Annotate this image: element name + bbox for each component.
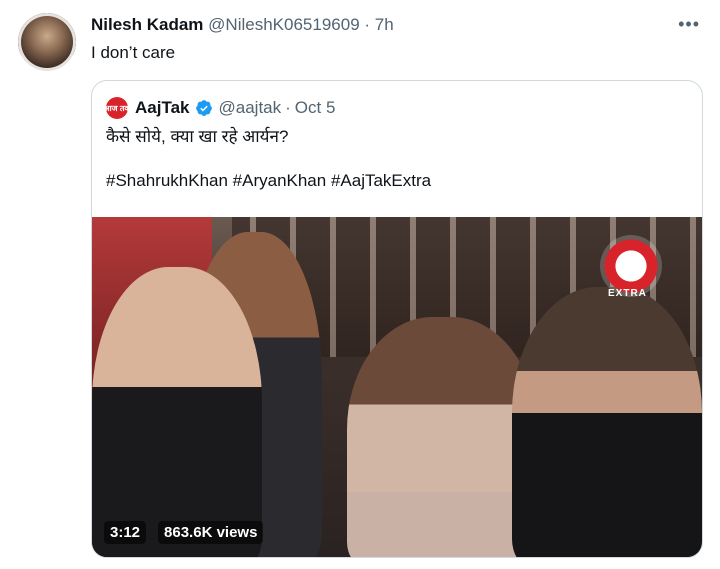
tweet-header: Nilesh Kadam @NileshK06519609 · 7h <box>91 14 394 36</box>
verified-badge-icon <box>195 100 212 116</box>
video-frame-figure <box>512 287 702 557</box>
tweet-timestamp[interactable]: 7h <box>375 15 394 34</box>
author-handle[interactable]: @NileshK06519609 <box>208 15 359 34</box>
tweet[interactable]: Nilesh Kadam @NileshK06519609 · 7h ••• I… <box>0 0 720 569</box>
tweet-text: I don’t care <box>91 43 176 62</box>
watermark-text: EXTRA <box>608 288 647 299</box>
aajtak-extra-watermark: EXTRA <box>600 235 662 299</box>
quoted-author-avatar[interactable]: आज तक <box>103 97 131 119</box>
separator-dot: · <box>364 15 371 34</box>
video-frame-figure <box>347 317 537 557</box>
quoted-author-display-name[interactable]: AajTak <box>135 98 190 118</box>
separator-dot: · <box>285 98 291 117</box>
author-display-name[interactable]: Nilesh Kadam <box>91 15 203 34</box>
quoted-tweet[interactable]: आज तक AajTak @aajtak · Oct 5 कैसे सोये, … <box>91 80 703 558</box>
video-player[interactable]: EXTRA 3:12 863.6K views <box>92 217 702 557</box>
quoted-tweet-text: कैसे सोये, क्या खा रहे आर्यन? #ShahrukhK… <box>106 127 432 190</box>
quoted-author-handle[interactable]: @aajtak <box>219 98 282 118</box>
quoted-tweet-timestamp[interactable]: Oct 5 <box>295 98 336 118</box>
more-horizontal-icon[interactable]: ••• <box>678 14 700 35</box>
video-view-count: 863.6K views <box>158 521 264 544</box>
video-stats: 3:12 863.6K views <box>104 521 264 544</box>
video-duration: 3:12 <box>104 521 147 544</box>
video-frame-figure <box>92 267 262 557</box>
quoted-tweet-header: आज तक AajTak @aajtak · Oct 5 <box>103 97 339 119</box>
author-avatar[interactable] <box>18 13 76 71</box>
